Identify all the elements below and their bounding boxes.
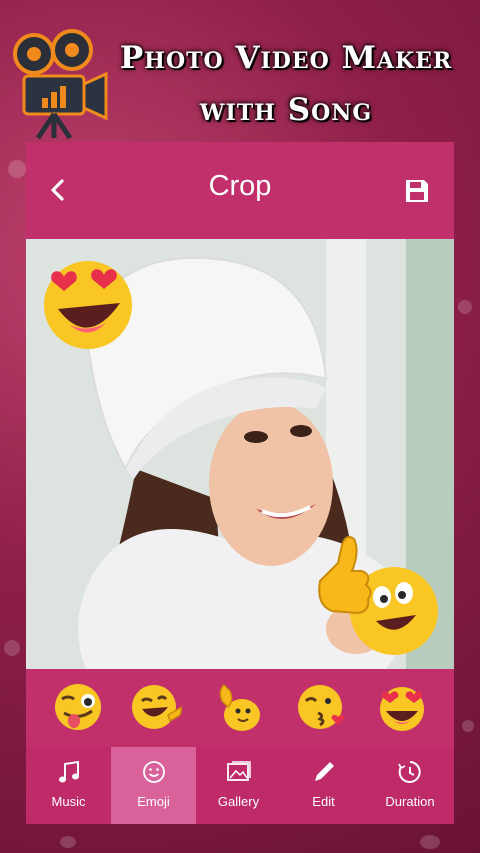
music-note-icon	[59, 760, 79, 783]
promo-banner: Photo Video Maker with Song	[0, 0, 480, 140]
image-icon	[227, 761, 251, 781]
winking-tongue-emoji[interactable]	[52, 681, 104, 733]
pencil-icon	[315, 762, 334, 781]
banner-title: Photo Video Maker with Song	[96, 32, 476, 136]
nav-label-edit: Edit	[312, 794, 335, 809]
movie-camera-icon	[13, 29, 108, 140]
floppy-disk-icon[interactable]	[404, 178, 430, 204]
nav-label-emoji: Emoji	[137, 794, 170, 809]
bokeh-dot	[462, 720, 474, 732]
nav-label-music: Music	[51, 794, 86, 809]
nav-label-duration: Duration	[385, 794, 435, 809]
app-frame: Crop Music Emoji Gallery Edit Duration	[26, 142, 454, 824]
emoji-tray	[26, 669, 454, 747]
smiley-icon	[143, 761, 165, 783]
bokeh-dot	[8, 160, 26, 178]
page-title: Crop	[208, 170, 272, 202]
bokeh-dot	[458, 300, 472, 314]
waving-hand-emoji[interactable]	[214, 681, 266, 733]
nav-item-music[interactable]: Music	[26, 747, 111, 824]
banner-title-line2: with Song	[199, 92, 373, 128]
photo-canvas[interactable]	[26, 239, 454, 669]
heart-eyes-emoji[interactable]	[376, 681, 428, 733]
banner-title-line1: Photo Video Maker	[119, 40, 453, 76]
app-bar: Crop	[26, 142, 454, 239]
nav-item-duration[interactable]: Duration	[366, 747, 454, 824]
bokeh-dot	[420, 835, 440, 849]
bottom-nav: Music Emoji Gallery Edit Duration	[26, 747, 454, 824]
nav-label-gallery: Gallery	[217, 794, 260, 809]
bokeh-dot	[60, 836, 76, 848]
kissing-heart-emoji[interactable]	[296, 681, 348, 733]
nav-item-edit[interactable]: Edit	[281, 747, 366, 824]
nav-item-emoji[interactable]: Emoji	[111, 747, 196, 824]
timer-icon	[398, 761, 421, 783]
thumbs-up-sticker[interactable]	[312, 531, 444, 659]
laughing-pointing-emoji[interactable]	[130, 681, 182, 733]
heart-eyes-sticker[interactable]	[40, 253, 136, 349]
nav-item-gallery[interactable]: Gallery	[196, 747, 281, 824]
bokeh-dot	[4, 640, 20, 656]
